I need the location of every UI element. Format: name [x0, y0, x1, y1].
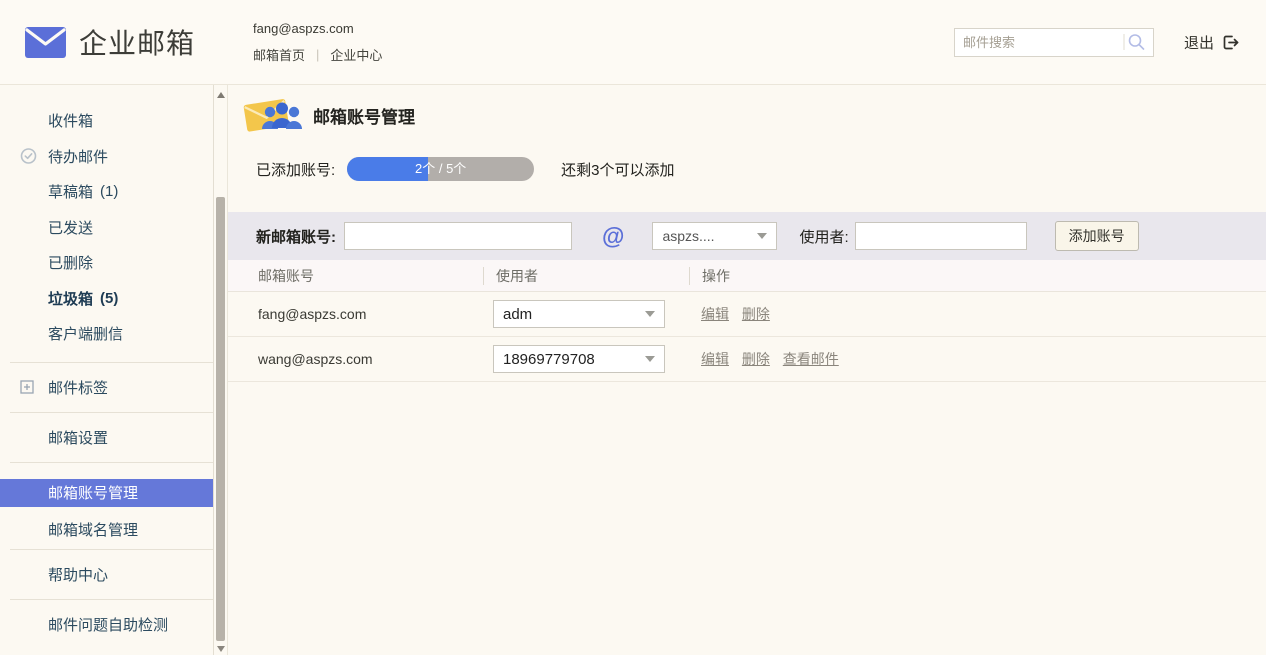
- chevron-down-icon: [757, 233, 767, 239]
- domain-select[interactable]: aspzs....: [652, 222, 777, 250]
- sidebar-item-inbox[interactable]: 收件箱: [0, 103, 213, 139]
- user-select[interactable]: adm: [493, 300, 665, 328]
- sidebar-item-client-deleted[interactable]: 客户端删信: [0, 316, 213, 352]
- sidebar-item-label: 邮箱域名管理: [48, 519, 138, 540]
- sidebar-divider: [10, 462, 213, 463]
- accounts-table-header: 邮箱账号 使用者 操作: [228, 260, 1266, 292]
- sidebar-item-sent[interactable]: 已发送: [0, 210, 213, 246]
- account-management-icon: [243, 95, 303, 135]
- logout-icon: [1221, 33, 1240, 52]
- drafts-count-badge: (1): [100, 183, 118, 200]
- sidebar-item-label: 已删除: [48, 252, 93, 273]
- sidebar-item-mail-settings[interactable]: 邮箱设置: [0, 413, 213, 462]
- new-account-label: 新邮箱账号:: [256, 226, 336, 247]
- add-account-button[interactable]: 添加账号: [1055, 221, 1139, 251]
- sidebar-item-drafts[interactable]: 草稿箱 (1): [0, 174, 213, 210]
- app-logo: 企业邮箱: [25, 22, 195, 62]
- search-input[interactable]: [955, 35, 1123, 50]
- user-select-value: 18969779708: [503, 351, 595, 368]
- page-title: 邮箱账号管理: [313, 103, 415, 128]
- chevron-down-icon: [645, 356, 655, 362]
- logout-button[interactable]: 退出: [1184, 32, 1240, 53]
- sidebar-item-label: 收件箱: [48, 110, 93, 131]
- sidebar-item-label: 垃圾箱: [48, 288, 93, 309]
- column-header-actions: 操作: [689, 267, 1266, 285]
- main-content: 邮箱账号管理 已添加账号: 2个 / 5个 还剩3个可以添加 新邮箱账号: @ …: [228, 85, 1266, 655]
- top-header: 企业邮箱 fang@aspzs.com 邮箱首页 | 企业中心 退出: [0, 0, 1266, 85]
- sidebar-item-help-center[interactable]: 帮助中心: [0, 550, 213, 599]
- clock-check-icon: [20, 148, 37, 165]
- edit-link[interactable]: 编辑: [701, 306, 729, 322]
- quota-progress: 2个 / 5个: [347, 157, 534, 181]
- user-label: 使用者:: [799, 226, 848, 247]
- sidebar-scrollbar: [214, 85, 228, 655]
- logo-text: 企业邮箱: [79, 22, 195, 62]
- scroll-down-arrow-icon[interactable]: [217, 646, 225, 652]
- delete-link[interactable]: 删除: [742, 306, 770, 322]
- sidebar-item-label: 已发送: [48, 217, 93, 238]
- header-nav: 邮箱首页 | 企业中心: [253, 45, 382, 64]
- delete-link[interactable]: 删除: [742, 351, 770, 367]
- mail-search-box: [954, 28, 1154, 57]
- scrollbar-thumb[interactable]: [216, 197, 225, 641]
- new-account-input[interactable]: [344, 222, 572, 250]
- user-select[interactable]: 18969779708: [493, 345, 665, 373]
- edit-link[interactable]: 编辑: [701, 351, 729, 367]
- plus-box-icon: [20, 380, 34, 394]
- scroll-up-arrow-icon[interactable]: [217, 92, 225, 98]
- sidebar-item-todo-mail[interactable]: 待办邮件: [0, 139, 213, 175]
- at-symbol: @: [602, 223, 624, 250]
- user-input[interactable]: [855, 222, 1027, 250]
- column-header-user: 使用者: [483, 267, 689, 285]
- sidebar-item-label: 帮助中心: [48, 564, 108, 585]
- chevron-down-icon: [645, 311, 655, 317]
- account-email-cell: wang@aspzs.com: [228, 351, 483, 367]
- logout-label: 退出: [1184, 32, 1214, 53]
- envelope-logo-icon: [25, 27, 66, 58]
- view-mail-link[interactable]: 查看邮件: [783, 351, 839, 367]
- domain-select-value: aspzs....: [662, 228, 714, 244]
- table-row: wang@aspzs.com 18969779708 编辑 删除 查看邮件: [228, 337, 1266, 382]
- quota-label: 已添加账号:: [256, 159, 335, 180]
- sidebar-item-account-management[interactable]: 邮箱账号管理: [0, 479, 213, 507]
- sidebar-item-label: 邮箱账号管理: [48, 482, 138, 503]
- sidebar: 收件箱 待办邮件 草稿箱 (1) 已发送 已删除: [0, 85, 228, 655]
- account-email: fang@aspzs.com: [253, 21, 382, 36]
- sidebar-item-label: 邮箱设置: [48, 427, 108, 448]
- add-account-form: 新邮箱账号: @ aspzs.... 使用者: 添加账号: [228, 212, 1266, 260]
- sidebar-item-label: 待办邮件: [48, 146, 108, 167]
- nav-mail-home[interactable]: 邮箱首页: [253, 45, 305, 64]
- account-email-cell: fang@aspzs.com: [228, 306, 483, 322]
- search-icon[interactable]: [1123, 31, 1153, 53]
- quota-remaining-text: 还剩3个可以添加: [561, 159, 674, 180]
- table-row: fang@aspzs.com adm 编辑 删除: [228, 292, 1266, 337]
- junk-count-badge: (5): [100, 290, 118, 307]
- sidebar-item-label: 邮件标签: [48, 377, 108, 398]
- quota-progress-text: 2个 / 5个: [347, 157, 534, 181]
- nav-separator: |: [316, 47, 319, 62]
- sidebar-item-self-check[interactable]: 邮件问题自助检测: [0, 600, 213, 649]
- sidebar-item-deleted[interactable]: 已删除: [0, 245, 213, 281]
- user-select-value: adm: [503, 306, 532, 323]
- sidebar-item-domain-management[interactable]: 邮箱域名管理: [0, 511, 213, 549]
- sidebar-item-label: 草稿箱: [48, 181, 93, 202]
- column-header-email: 邮箱账号: [228, 267, 483, 285]
- sidebar-item-label: 邮件问题自助检测: [48, 614, 168, 635]
- sidebar-item-mail-tags[interactable]: 邮件标签: [0, 363, 213, 412]
- nav-enterprise-center[interactable]: 企业中心: [330, 45, 382, 64]
- sidebar-item-label: 客户端删信: [48, 323, 123, 344]
- sidebar-item-junk[interactable]: 垃圾箱 (5): [0, 281, 213, 317]
